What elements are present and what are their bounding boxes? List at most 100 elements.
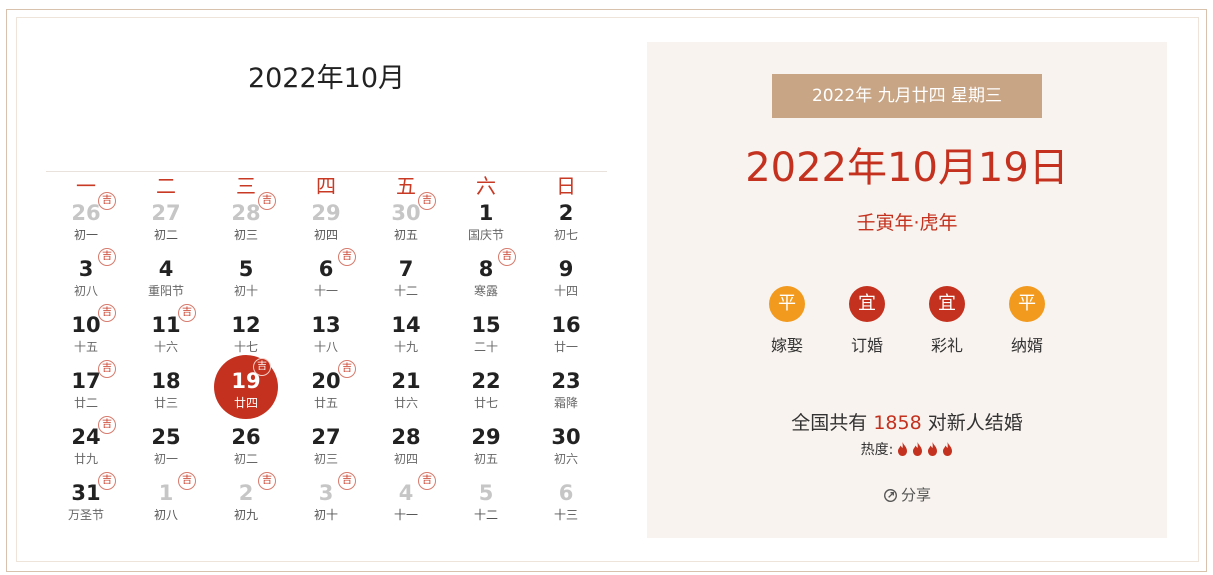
day-lunar-label: 初五 (473, 452, 498, 466)
day-cell[interactable]: 4 十一吉 (366, 472, 446, 537)
day-lunar-label: 廿六 (393, 396, 418, 410)
lucky-day-badge: 吉 (98, 248, 116, 266)
day-cell[interactable]: 10 十五吉 (46, 304, 126, 369)
day-number: 16 (551, 313, 581, 337)
day-lunar-label: 十一 (313, 284, 338, 298)
day-cell[interactable]: 5 十二 (446, 481, 526, 537)
day-number: 7 (398, 257, 414, 281)
lucky-day-badge: 吉 (338, 472, 356, 490)
day-lunar-label: 初九 (233, 508, 258, 522)
day-cell[interactable]: 26 初一吉 (46, 192, 126, 257)
day-cell[interactable]: 23 霜降 (526, 369, 606, 425)
day-lunar-label: 初三 (233, 228, 258, 242)
day-cell[interactable]: 28 初四 (366, 425, 446, 481)
day-cell[interactable]: 30 初六 (526, 425, 606, 481)
lucky-day-badge: 吉 (178, 472, 196, 490)
day-number: 27 (151, 201, 181, 225)
lucky-day-badge: 吉 (98, 360, 116, 378)
day-number: 15 (471, 313, 501, 337)
day-cell[interactable]: 4 重阳节 (126, 257, 206, 313)
ganzhi-year: 壬寅年·虎年 (856, 212, 958, 234)
day-cell[interactable]: 6 十一吉 (286, 248, 366, 313)
share-button[interactable]: 分享 (647, 484, 1167, 505)
day-lunar-label: 初一 (73, 228, 98, 242)
weekday-label: 四 (316, 174, 336, 198)
day-cell[interactable]: 25 初一 (126, 425, 206, 481)
day-cell[interactable]: 29 初四 (286, 201, 366, 257)
day-cell[interactable]: 14 十九 (366, 313, 446, 369)
day-lunar-label: 初七 (553, 228, 578, 242)
day-lunar-label: 初八 (153, 508, 178, 522)
day-cell[interactable]: 22 廿七 (446, 369, 526, 425)
day-number: 29 (311, 201, 341, 225)
day-lunar-label: 十九 (393, 340, 418, 354)
day-cell[interactable]: 15 二十 (446, 313, 526, 369)
day-cell[interactable]: 8 寒露吉 (446, 248, 526, 313)
day-number: 19 (231, 369, 261, 393)
day-lunar-label: 十一 (393, 508, 418, 522)
day-lunar-label: 霜降 (553, 396, 578, 410)
day-cell[interactable]: 20 廿五吉 (286, 360, 366, 425)
day-lunar-label: 初八 (73, 284, 98, 298)
day-number: 5 (238, 257, 254, 281)
day-cell[interactable]: 27 初三 (286, 425, 366, 481)
day-cell[interactable]: 27 初二 (126, 201, 206, 257)
day-cell[interactable]: 17 廿二吉 (46, 360, 126, 425)
day-cell[interactable]: 1 初八吉 (126, 472, 206, 537)
day-number: 30 (551, 425, 581, 449)
day-cell[interactable]: 21 廿六 (366, 369, 446, 425)
day-cell[interactable]: 9 十四 (526, 257, 606, 313)
activity-label: 嫁娶 (770, 336, 803, 355)
day-cell[interactable]: 26 初二 (206, 425, 286, 481)
weekday-label: 二 (156, 174, 176, 198)
flame-icon (913, 442, 923, 456)
day-lunar-label: 初三 (313, 452, 338, 466)
day-cell[interactable]: 16 廿一 (526, 313, 606, 369)
day-cell[interactable]: 3 初八吉 (46, 248, 126, 313)
day-number: 26 (231, 425, 261, 449)
header-divider (46, 171, 607, 172)
lunar-date-banner: 2022年 九月廿四 星期三 (772, 74, 1042, 118)
day-cell[interactable]: 11 十六吉 (126, 304, 206, 369)
activity-mark: 宜 (849, 286, 885, 322)
day-number: 14 (391, 313, 421, 337)
lucky-day-badge: 吉 (338, 248, 356, 266)
day-cell[interactable]: 13 十八 (286, 313, 366, 369)
lucky-day-badge: 吉 (338, 360, 356, 378)
day-cell[interactable]: 28 初三吉 (206, 192, 286, 257)
day-lunar-label: 初一 (153, 452, 178, 466)
day-cell[interactable]: 7 十二 (366, 257, 446, 313)
heat-flames (893, 442, 953, 458)
day-lunar-label: 十五 (73, 340, 98, 354)
day-cell[interactable]: 3 初十吉 (286, 472, 366, 537)
day-cell[interactable]: 30 初五吉 (366, 192, 446, 257)
day-lunar-label: 廿一 (553, 340, 578, 354)
weekday-label: 六 (476, 174, 496, 198)
lucky-day-badge: 吉 (258, 472, 276, 490)
day-lunar-label: 二十 (473, 340, 498, 354)
day-number: 5 (478, 481, 494, 505)
day-cell[interactable]: 2 初七 (526, 201, 606, 257)
day-lunar-label: 廿二 (73, 396, 98, 410)
day-cell[interactable]: 18 廿三 (126, 369, 206, 425)
day-number: 21 (391, 369, 421, 393)
heat-rating: 热度: (647, 439, 1167, 459)
activity-mark: 平 (769, 286, 805, 322)
day-cell[interactable]: 24 廿九吉 (46, 416, 126, 481)
day-cell[interactable]: 5 初十 (206, 257, 286, 313)
lucky-day-badge: 吉 (418, 192, 436, 210)
count-suffix: 对新人结婚 (927, 412, 1023, 434)
lucky-day-badge: 吉 (98, 192, 116, 210)
day-lunar-label: 初四 (313, 228, 338, 242)
day-cell[interactable]: 6 十三 (526, 481, 606, 537)
day-cell[interactable]: 29 初五 (446, 425, 526, 481)
day-cell[interactable]: 2 初九吉 (206, 472, 286, 537)
day-number: 22 (471, 369, 501, 393)
day-lunar-label: 廿九 (73, 452, 98, 466)
count-prefix: 全国共有 (791, 412, 868, 434)
day-cell[interactable]: 1 国庆节 (446, 201, 526, 257)
day-cell-selected[interactable]: 19 廿四 吉 (206, 355, 286, 425)
day-cell[interactable]: 31 万圣节吉 (46, 472, 126, 537)
flame-icon (943, 442, 953, 456)
lucky-day-badge: 吉 (98, 304, 116, 322)
